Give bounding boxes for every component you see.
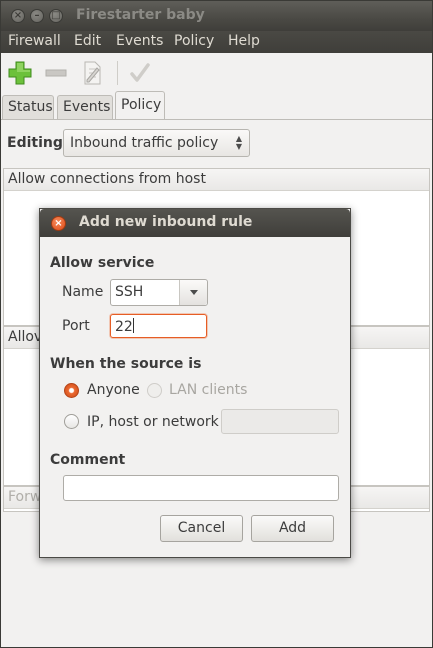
chevron-down-icon[interactable] — [179, 280, 207, 305]
tab-policy[interactable]: Policy — [115, 91, 165, 119]
menu-policy[interactable]: Policy — [174, 33, 214, 49]
radio-anyone-label[interactable]: Anyone — [87, 382, 140, 398]
radio-ip-host-network[interactable] — [64, 414, 79, 429]
menu-edit[interactable]: Edit — [74, 33, 101, 49]
dialog-title: Add new inbound rule — [79, 214, 253, 230]
apply-icon[interactable] — [127, 60, 153, 86]
window-titlebar[interactable]: × – □ Firestarter baby — [1, 1, 432, 31]
radio-anyone[interactable] — [64, 383, 79, 398]
allow-host-header[interactable]: Allow connections from host — [4, 169, 429, 191]
editing-label: Editing — [7, 135, 63, 151]
remove-icon[interactable] — [43, 60, 69, 86]
close-icon[interactable]: × — [51, 216, 66, 231]
window-title: Firestarter baby — [76, 7, 205, 23]
allow-service-heading: Allow service — [50, 255, 155, 271]
edit-icon[interactable] — [79, 60, 105, 86]
tab-status[interactable]: Status — [2, 95, 54, 119]
add-inbound-rule-dialog: × Add new inbound rule Allow service Nam… — [39, 208, 351, 558]
source-heading: When the source is — [50, 356, 202, 372]
ip-host-network-input — [221, 409, 339, 434]
dialog-titlebar[interactable]: × Add new inbound rule — [40, 209, 350, 237]
menu-events[interactable]: Events — [116, 33, 163, 49]
radio-lan-clients-label: LAN clients — [169, 382, 248, 398]
text-caret — [132, 318, 134, 333]
service-name-value: SSH — [115, 284, 144, 300]
comment-input[interactable] — [63, 475, 339, 501]
menu-help[interactable]: Help — [228, 33, 260, 49]
port-label: Port — [62, 318, 90, 334]
maximize-icon[interactable]: □ — [49, 9, 63, 23]
tab-events[interactable]: Events — [57, 95, 113, 119]
minimize-icon[interactable]: – — [30, 9, 44, 23]
tab-strip: Status Events Policy — [1, 91, 432, 119]
menu-firewall[interactable]: Firewall — [8, 33, 61, 49]
port-value: 22 — [115, 319, 133, 335]
add-icon[interactable] — [7, 60, 33, 86]
updown-icon: ▲ ▼ — [235, 134, 242, 151]
service-name-combo[interactable]: SSH — [110, 279, 208, 306]
name-label: Name — [62, 284, 104, 300]
close-icon[interactable]: × — [11, 9, 25, 23]
port-input[interactable]: 22 — [110, 314, 207, 338]
policy-select-value: Inbound traffic policy — [70, 135, 219, 151]
radio-lan-clients — [147, 383, 162, 398]
policy-select[interactable]: Inbound traffic policy ▲ ▼ — [63, 129, 250, 157]
add-button[interactable]: Add — [251, 515, 334, 542]
comment-heading: Comment — [50, 452, 126, 468]
radio-ip-host-network-label[interactable]: IP, host or network — [87, 414, 219, 430]
menubar: Firewall Edit Events Policy Help — [1, 31, 432, 53]
toolbar-separator — [117, 61, 118, 85]
cancel-button[interactable]: Cancel — [160, 515, 243, 542]
toolbar — [1, 53, 432, 93]
